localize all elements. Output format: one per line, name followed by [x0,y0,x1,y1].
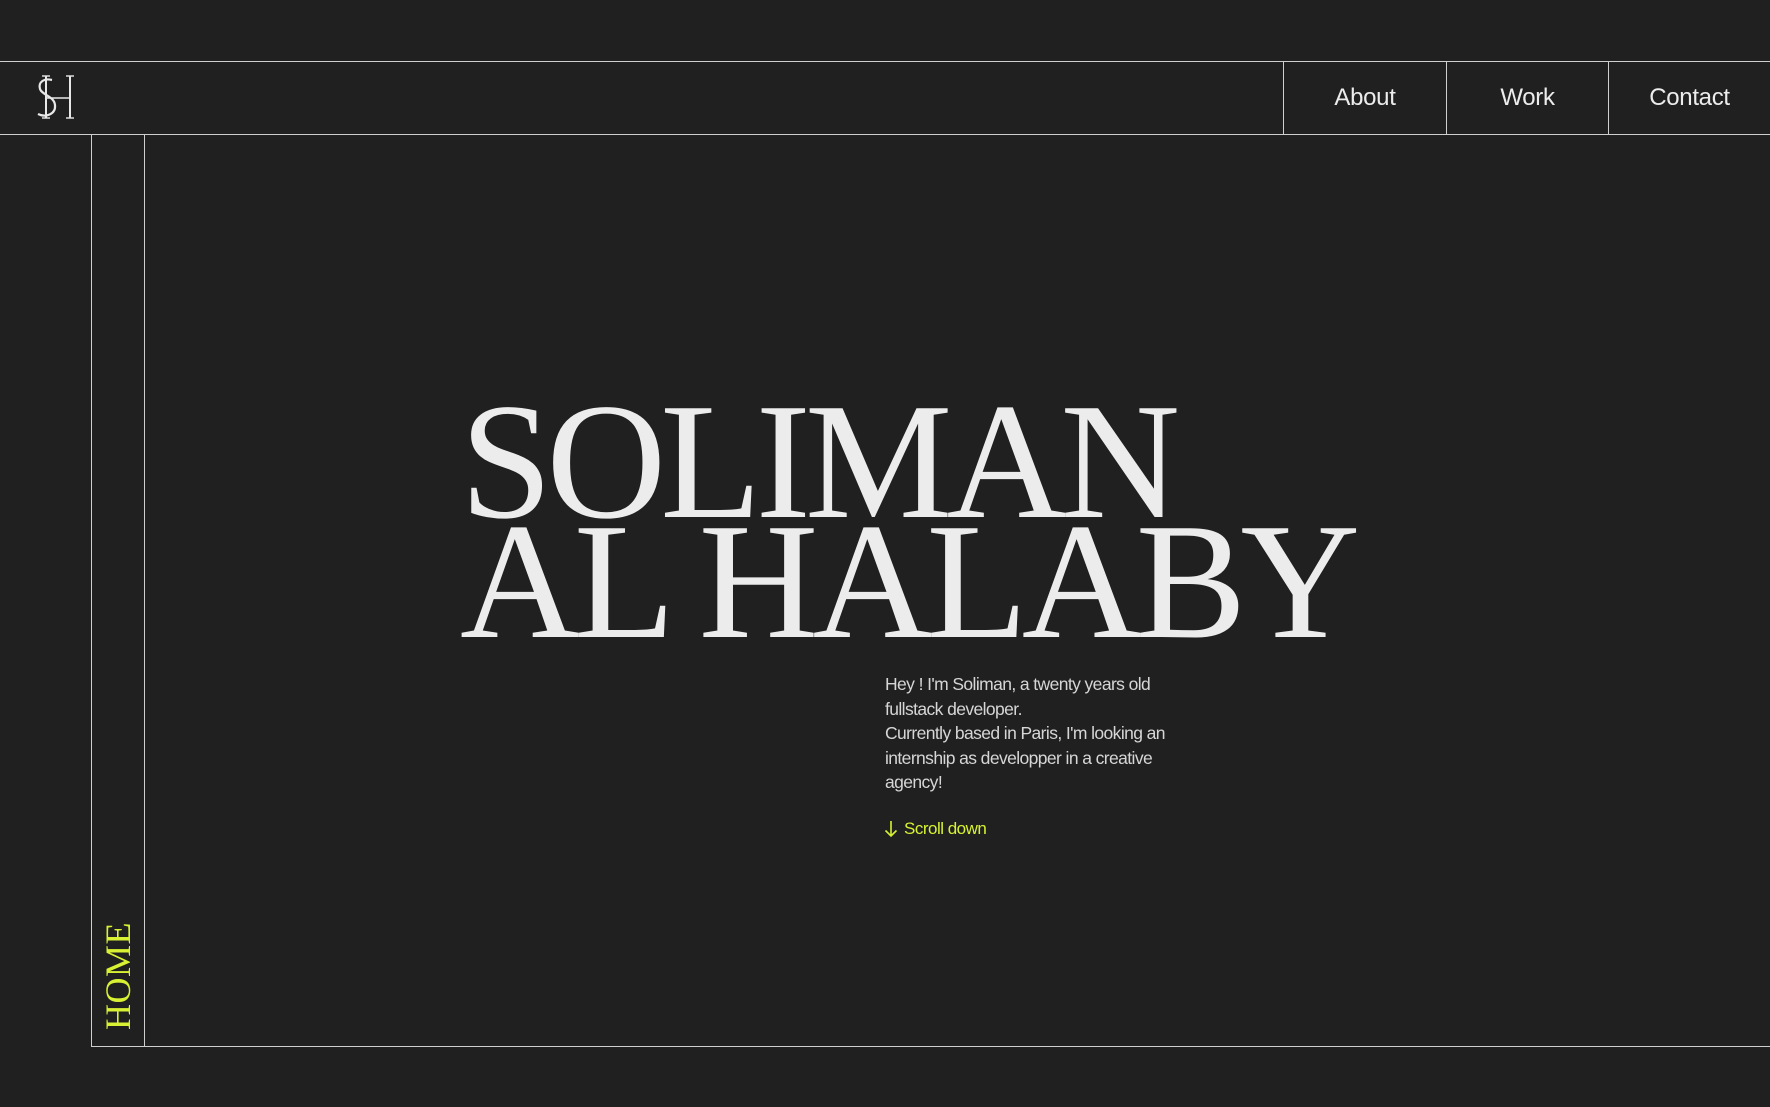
nav-about-link[interactable]: About [1284,62,1446,134]
intro-paragraph: Currently based in Paris, I'm looking an… [885,723,1166,792]
nav-bottom-border [0,134,1770,135]
arrow-down-icon [884,821,898,838]
intro-paragraph: Hey ! I'm Soliman, a twenty years old fu… [885,674,1151,719]
nav-contact-link[interactable]: Contact [1609,62,1770,134]
section-label: HOME [98,922,138,1030]
hero-name-last: AL HALABY [460,489,1360,673]
sh-monogram-logo[interactable] [32,72,80,124]
frame-left-border [91,135,92,1047]
sidebar-divider [144,135,145,1047]
scroll-down-link[interactable]: Scroll down [884,819,987,839]
nav-work-link[interactable]: Work [1447,62,1608,134]
logo-icon [37,75,74,119]
section-label-text: HOME [98,922,138,1030]
intro-text: Hey ! I'm Soliman, a twenty years old fu… [885,672,1205,795]
frame-bottom-border [91,1046,1770,1047]
scroll-down-label: Scroll down [904,819,987,838]
